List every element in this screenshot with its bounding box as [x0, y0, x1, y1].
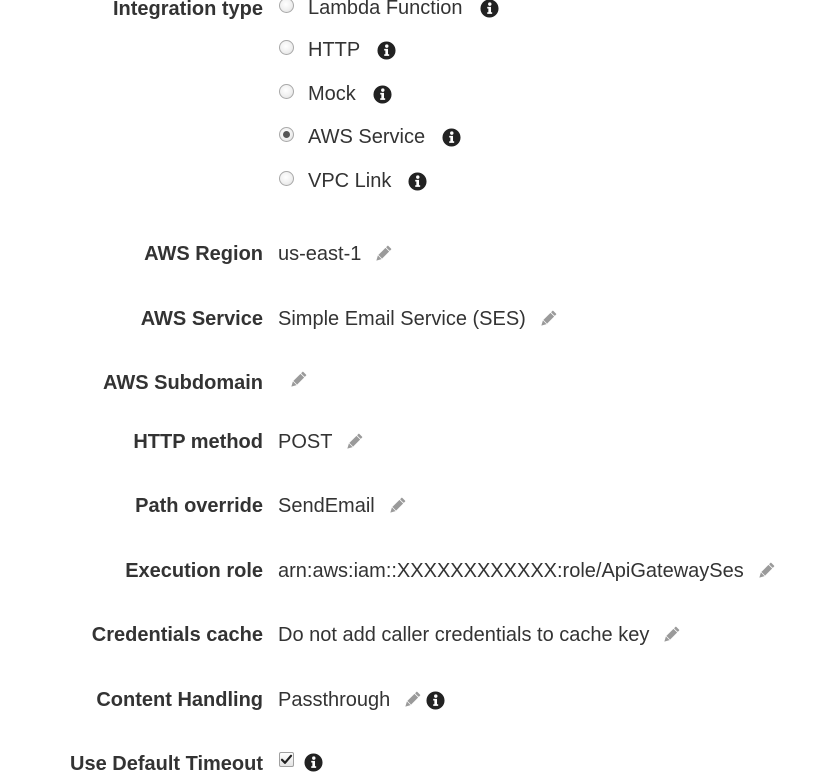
- default-timeout-checkbox[interactable]: [279, 751, 294, 767]
- radio-option-http[interactable]: HTTP: [278, 38, 396, 62]
- http-method-value: POST: [278, 431, 333, 453]
- aws-region-field: us-east-1: [278, 242, 393, 266]
- execution-role-label: Execution role: [125, 560, 263, 582]
- radio-option-lambda-function[interactable]: Lambda Function: [278, 0, 499, 20]
- info-icon[interactable]: [373, 85, 392, 104]
- radio-button[interactable]: [279, 39, 294, 55]
- radio-label: VPC Link: [308, 170, 392, 192]
- pencil-icon[interactable]: [402, 690, 422, 710]
- info-icon[interactable]: [480, 0, 499, 18]
- radio-option-aws-service[interactable]: AWS Service: [278, 125, 461, 149]
- radio-selected-dot: [283, 130, 290, 138]
- integration-type-label: Integration type: [112, 0, 263, 20]
- default-timeout-label: Use Default Timeout: [70, 753, 263, 775]
- radio-label: Lambda Function: [308, 0, 463, 19]
- checkmark-icon: [280, 754, 293, 764]
- path-override-label: Path override: [135, 495, 263, 517]
- content-handling-value: Passthrough: [278, 689, 391, 711]
- aws-region-label: AWS Region: [144, 243, 263, 265]
- content-handling-field: Passthrough: [278, 688, 445, 712]
- execution-role-field: arn:aws:iam::XXXXXXXXXXXX:role/ApiGatewa…: [278, 559, 776, 583]
- info-icon[interactable]: [442, 128, 461, 147]
- radio-button[interactable]: [279, 170, 294, 186]
- radio-button-selected[interactable]: [279, 126, 294, 142]
- info-icon[interactable]: [408, 172, 427, 191]
- path-override-field: SendEmail: [278, 494, 407, 518]
- execution-role-value: arn:aws:iam::XXXXXXXXXXXX:role/ApiGatewa…: [278, 560, 744, 582]
- info-icon[interactable]: [304, 753, 323, 772]
- pencil-icon[interactable]: [373, 244, 393, 264]
- radio-option-vpc-link[interactable]: VPC Link: [278, 169, 427, 193]
- radio-label: AWS Service: [308, 126, 426, 148]
- credentials-cache-label: Credentials cache: [91, 624, 263, 646]
- aws-service-value: Simple Email Service (SES): [278, 308, 526, 330]
- radio-label: Mock: [308, 83, 356, 105]
- credentials-cache-field: Do not add caller credentials to cache k…: [278, 623, 681, 647]
- pencil-icon[interactable]: [288, 370, 308, 390]
- aws-service-field: Simple Email Service (SES): [278, 307, 558, 331]
- radio-button[interactable]: [279, 0, 294, 13]
- aws-service-label: AWS Service: [140, 308, 263, 330]
- pencil-icon[interactable]: [387, 496, 407, 516]
- radio-button[interactable]: [279, 83, 294, 99]
- default-timeout-field: [278, 750, 323, 774]
- credentials-cache-value: Do not add caller credentials to cache k…: [278, 624, 650, 646]
- aws-subdomain-label: AWS Subdomain: [103, 372, 263, 394]
- info-icon[interactable]: [426, 691, 445, 710]
- pencil-icon[interactable]: [344, 432, 364, 452]
- content-handling-label: Content Handling: [96, 689, 263, 711]
- info-icon[interactable]: [377, 41, 396, 60]
- path-override-value: SendEmail: [278, 495, 375, 517]
- aws-subdomain-field: [278, 368, 308, 392]
- radio-label: HTTP: [308, 39, 361, 61]
- pencil-icon[interactable]: [756, 561, 776, 581]
- http-method-field: POST: [278, 430, 364, 454]
- pencil-icon[interactable]: [538, 309, 558, 329]
- http-method-label: HTTP method: [133, 431, 263, 453]
- radio-option-mock[interactable]: Mock: [278, 82, 392, 106]
- aws-region-value: us-east-1: [278, 243, 362, 265]
- pencil-icon[interactable]: [661, 625, 681, 645]
